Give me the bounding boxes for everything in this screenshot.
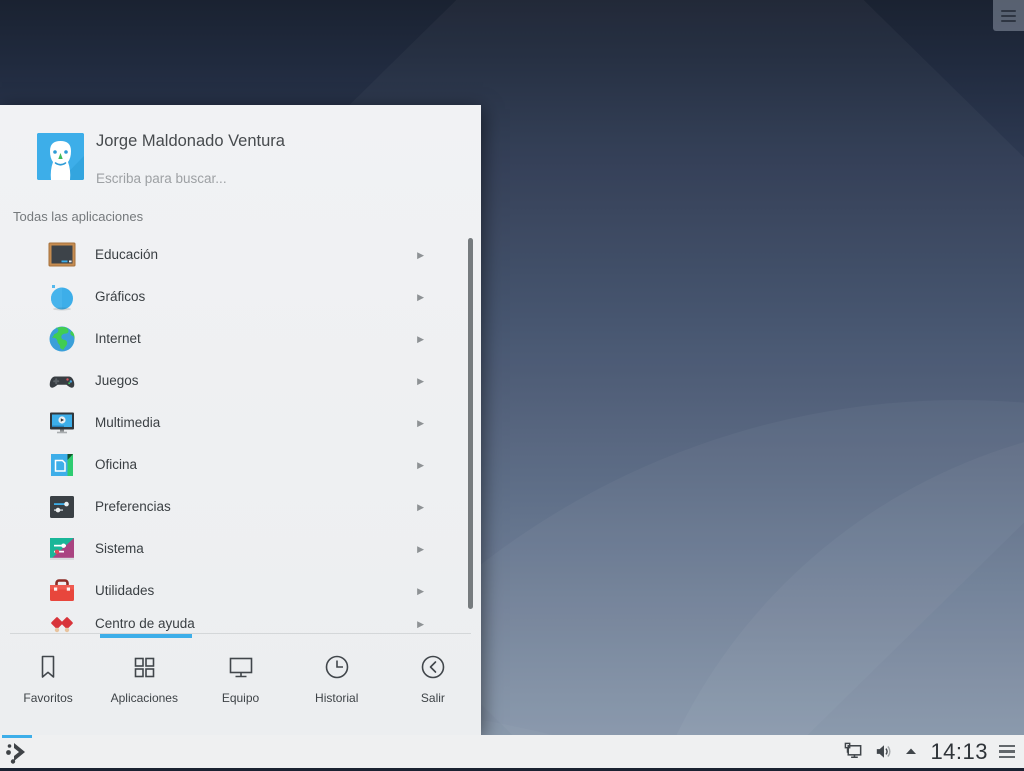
tab-label: Aplicaciones <box>110 691 178 705</box>
games-category-icon <box>46 365 78 397</box>
application-launcher-menu: Jorge Maldonado Ventura Escriba para bus… <box>0 105 481 735</box>
submenu-arrow-icon: ▶ <box>417 250 424 260</box>
preferences-category-icon <box>46 491 78 523</box>
launcher-header: Jorge Maldonado Ventura Escriba para bus… <box>0 105 481 205</box>
graphics-category-icon <box>46 281 78 313</box>
category-label: Educación <box>95 247 159 262</box>
section-label: Todas las aplicaciones <box>13 209 144 224</box>
desktop: { "desktop": { "toolbox_icon": "hamburge… <box>0 0 1024 768</box>
tab-label: Salir <box>420 691 445 705</box>
network-icon[interactable] <box>843 741 864 762</box>
user-name: Jorge Maldonado Ventura <box>96 132 285 150</box>
system-category-icon <box>46 533 78 565</box>
category-list: Educación ▶ Gráficos ▶ Internet ▶ Juegos ▶ Multi… <box>0 234 465 633</box>
multimedia-category-icon <box>46 407 78 439</box>
computer-icon <box>225 651 257 683</box>
submenu-arrow-icon: ▶ <box>417 460 424 470</box>
clock[interactable]: 14:13 <box>928 739 990 765</box>
submenu-arrow-icon: ▶ <box>417 376 424 386</box>
tab-label: Historial <box>315 691 359 705</box>
category-label: Centro de ayuda <box>95 616 195 631</box>
kde-launcher-icon <box>6 743 25 764</box>
category-label: Juegos <box>95 373 139 388</box>
tab-label: Equipo <box>221 691 260 705</box>
search-input[interactable]: Escriba para buscar... <box>96 171 456 186</box>
launcher-tabbar: Favoritos Aplicaciones Equipo Historial Sali… <box>0 639 481 723</box>
category-row-games[interactable]: Juegos ▶ <box>0 360 465 402</box>
desktop-toolbox-button[interactable] <box>993 0 1024 31</box>
submenu-arrow-icon: ▶ <box>417 292 424 302</box>
leave-icon <box>417 651 449 683</box>
history-clock-icon <box>321 651 353 683</box>
help-center-icon <box>46 608 78 633</box>
internet-category-icon <box>46 323 78 355</box>
category-row-graphics[interactable]: Gráficos ▶ <box>0 276 465 318</box>
submenu-arrow-icon: ▶ <box>417 544 424 554</box>
tab-equipo[interactable]: Equipo <box>192 639 288 723</box>
tab-salir[interactable]: Salir <box>385 639 481 723</box>
app-grid-icon <box>128 651 160 683</box>
category-label: Internet <box>95 331 141 346</box>
submenu-arrow-icon: ▶ <box>417 619 424 629</box>
system-tray: 14:13 <box>843 735 1018 768</box>
submenu-arrow-icon: ▶ <box>417 418 424 428</box>
category-label: Multimedia <box>95 415 161 430</box>
volume-icon[interactable] <box>873 741 894 762</box>
tab-favoritos[interactable]: Favoritos <box>0 639 96 723</box>
category-label: Gráficos <box>95 289 146 304</box>
category-label: Preferencias <box>95 499 171 514</box>
scrollbar-thumb[interactable] <box>468 238 473 609</box>
category-row-education[interactable]: Educación ▶ <box>0 234 465 276</box>
office-category-icon <box>46 449 78 481</box>
tabbar-separator <box>10 633 471 634</box>
expand-tray-icon[interactable] <box>903 741 919 762</box>
tab-historial[interactable]: Historial <box>289 639 385 723</box>
taskbar-panel: 14:13 <box>0 735 1024 768</box>
category-row-multimedia[interactable]: Multimedia ▶ <box>0 402 465 444</box>
category-row-help-center[interactable]: Centro de ayuda ▶ <box>0 603 465 633</box>
category-label: Sistema <box>95 541 144 556</box>
category-row-office[interactable]: Oficina ▶ <box>0 444 465 486</box>
panel-overflow-button[interactable] <box>999 741 1018 762</box>
app-launcher-button[interactable] <box>3 738 33 766</box>
bookmark-icon <box>32 651 64 683</box>
tab-label: Favoritos <box>23 691 73 705</box>
category-row-system[interactable]: Sistema ▶ <box>0 528 465 570</box>
face-avatar-icon <box>37 133 84 180</box>
user-avatar[interactable] <box>37 133 84 180</box>
submenu-arrow-icon: ▶ <box>417 502 424 512</box>
category-row-internet[interactable]: Internet ▶ <box>0 318 465 360</box>
tab-aplicaciones[interactable]: Aplicaciones <box>96 639 192 723</box>
education-category-icon <box>46 239 78 271</box>
submenu-arrow-icon: ▶ <box>417 334 424 344</box>
hamburger-icon <box>1001 7 1016 25</box>
category-row-preferences[interactable]: Preferencias ▶ <box>0 486 465 528</box>
category-label: Oficina <box>95 457 138 472</box>
active-tab-indicator <box>100 634 192 638</box>
